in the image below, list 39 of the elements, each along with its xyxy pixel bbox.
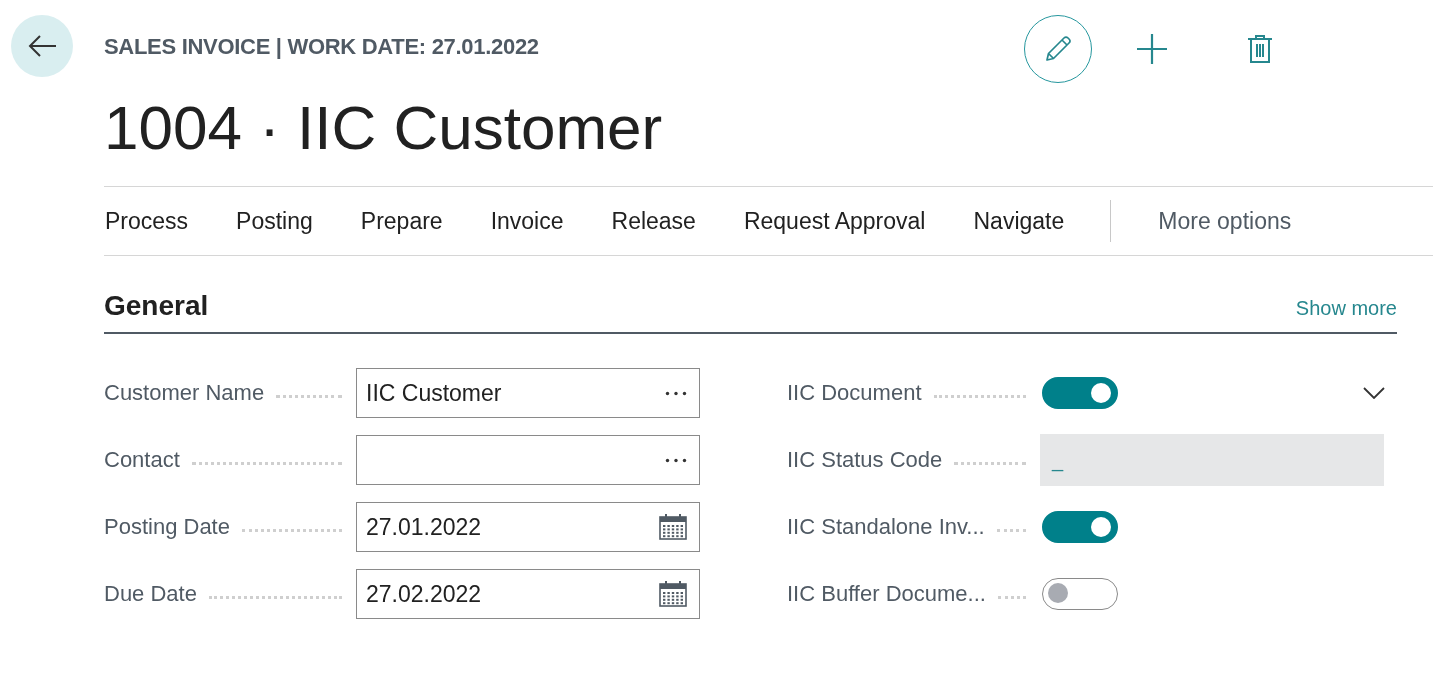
action-menu-item[interactable]: Request Approval [743, 207, 926, 235]
action-menu-item[interactable]: Invoice [490, 207, 564, 235]
action-menu-item[interactable]: Navigate [973, 207, 1065, 235]
field-label: IIC Document [787, 380, 922, 406]
breadcrumb: SALES INVOICE | WORK DATE: 27.01.2022 [104, 34, 540, 60]
section-title: General [104, 290, 209, 322]
ellipsis-icon[interactable] [665, 390, 687, 396]
date-field[interactable]: 27.01.2022 [356, 502, 700, 552]
field-label: Customer Name [104, 380, 265, 406]
ellipsis-icon[interactable] [665, 457, 687, 463]
delete-button[interactable] [1247, 34, 1273, 64]
action-menu-item[interactable]: Release [611, 207, 696, 235]
more-options-button[interactable]: More options [1158, 207, 1292, 235]
pencil-icon [1043, 34, 1073, 64]
back-arrow-icon [27, 34, 57, 58]
field-label: IIC Status Code [787, 447, 943, 473]
toggle-switch[interactable] [1042, 377, 1118, 409]
show-more-link[interactable]: Show more [1295, 297, 1397, 320]
field-label: IIC Standalone Inv... [787, 514, 985, 540]
input-field[interactable]: IIC Customer [356, 368, 700, 418]
toggle-switch[interactable] [1042, 511, 1118, 543]
plus-icon [1136, 33, 1168, 65]
trash-icon [1247, 34, 1273, 64]
action-menu-item[interactable]: Prepare [360, 207, 443, 235]
action-menu-item[interactable]: Posting [236, 207, 313, 235]
input-field[interactable] [356, 435, 700, 485]
toggle-switch[interactable] [1042, 578, 1118, 610]
action-menu-item[interactable]: Process [105, 207, 189, 235]
readonly-field: _ [1040, 434, 1384, 486]
date-field[interactable]: 27.02.2022 [356, 569, 700, 619]
field-label: Posting Date [104, 514, 230, 540]
calendar-icon[interactable] [659, 514, 687, 540]
chevron-icon[interactable] [1363, 387, 1385, 399]
field-label: Contact [104, 447, 180, 473]
field-label: Due Date [104, 581, 197, 607]
calendar-icon[interactable] [659, 581, 687, 607]
page-title: 1004 · IIC Customer [104, 92, 664, 164]
field-label: IIC Buffer Docume... [787, 581, 986, 607]
add-button[interactable] [1136, 33, 1168, 65]
